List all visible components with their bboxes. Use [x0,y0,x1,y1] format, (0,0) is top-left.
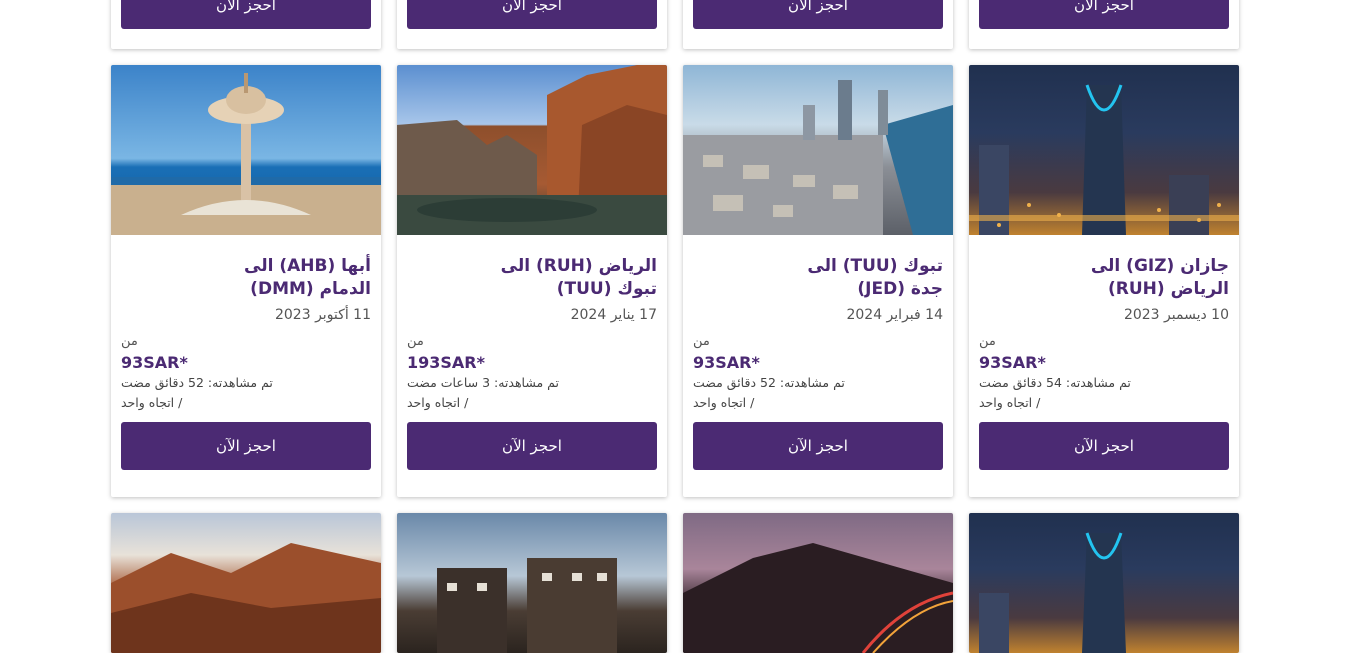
book-now-button[interactable]: احجز الآن [407,0,657,29]
route-title-line: الرياض (RUH) الى [500,256,657,276]
flight-card [111,513,381,653]
destination-image[interactable] [683,513,953,653]
viewed-time: تم مشاهدته: 52 دقائق مضت [121,375,273,390]
viewed-time: تم مشاهدته: 3 ساعات مضت [407,375,559,390]
route-title-line: جازان (GIZ) الى [1090,256,1229,276]
route-title[interactable]: أبها (AHB) الى الدمام (DMM) [121,255,371,301]
flight-card: الرياض (RUH) الى تبوك (TUU) 17 يناير 202… [397,65,667,497]
from-label: من [693,334,710,349]
travel-date: 14 فبراير 2024 [846,307,943,323]
book-now-button[interactable]: احجز الآن [121,0,371,29]
water-tower-illustration [111,73,381,235]
price: 193SAR* [407,353,485,372]
from-label: من [407,334,424,349]
mountain-road-illustration [683,543,953,653]
viewed-time: تم مشاهدته: 52 دقائق مضت [693,375,845,390]
flight-card: احجز الآن [683,0,953,49]
book-now-button[interactable]: احجز الآن [407,422,657,470]
route-title-line: الرياض (RUH) [1107,279,1229,299]
travel-date: 11 أكتوبر 2023 [274,307,371,323]
route-title-line: جدة (JED) [857,279,943,299]
route-title-line: تبوك (TUU) [556,279,657,299]
destination-image[interactable] [969,65,1239,235]
flight-card: جازان (GIZ) الى الرياض (RUH) 10 ديسمبر 2… [969,65,1239,497]
price: 93SAR* [693,353,760,372]
flight-card [397,513,667,653]
book-now-button[interactable]: احجز الآن [693,422,943,470]
trip-type: اتجاه واحد / [121,395,183,410]
book-now-button[interactable]: احجز الآن [693,0,943,29]
travel-date: 17 يناير 2024 [570,307,657,323]
kingdom-tower-illustration [969,84,1239,235]
stone-village-illustration [437,558,617,653]
trip-type: اتجاه واحد / [693,395,755,410]
flight-card: احجز الآن [397,0,667,49]
from-label: من [121,334,138,349]
route-title-line: تبوك (TUU) الى [807,256,943,276]
travel-date: 10 ديسمبر 2023 [1123,307,1229,323]
trip-type: اتجاه واحد / [979,395,1041,410]
destination-image[interactable] [397,513,667,653]
book-now-button[interactable]: احجز الآن [979,422,1229,470]
flight-card [969,513,1239,653]
trip-type: اتجاه واحد / [407,395,469,410]
destination-image[interactable] [111,513,381,653]
route-title[interactable]: جازان (GIZ) الى الرياض (RUH) [979,255,1229,301]
route-title[interactable]: الرياض (RUH) الى تبوك (TUU) [407,255,657,301]
flight-card [683,513,953,653]
book-now-button[interactable]: احجز الآن [121,422,371,470]
destination-image[interactable] [397,65,667,235]
from-label: من [979,334,996,349]
flight-card: احجز الآن [111,0,381,49]
destination-image[interactable] [111,65,381,235]
book-now-button[interactable]: احجز الآن [979,0,1229,29]
route-title-line: الدمام (DMM) [250,279,371,299]
coastline-city-illustration [683,80,953,235]
viewed-time: تم مشاهدته: 54 دقائق مضت [979,375,1131,390]
flight-card: أبها (AHB) الى الدمام (DMM) 11 أكتوبر 20… [111,65,381,497]
price: 93SAR* [979,353,1046,372]
flight-card: تبوك (TUU) الى جدة (JED) 14 فبراير 2024 … [683,65,953,497]
route-title[interactable]: تبوك (TUU) الى جدة (JED) [693,255,943,301]
route-title-line: أبها (AHB) الى [244,256,371,276]
canyon-illustration [397,65,667,235]
red-mountains-illustration [111,543,381,653]
destination-image[interactable] [683,65,953,235]
flight-card: احجز الآن [969,0,1239,49]
kingdom-tower-illustration [979,532,1126,653]
price: 93SAR* [121,353,188,372]
destination-image[interactable] [969,513,1239,653]
